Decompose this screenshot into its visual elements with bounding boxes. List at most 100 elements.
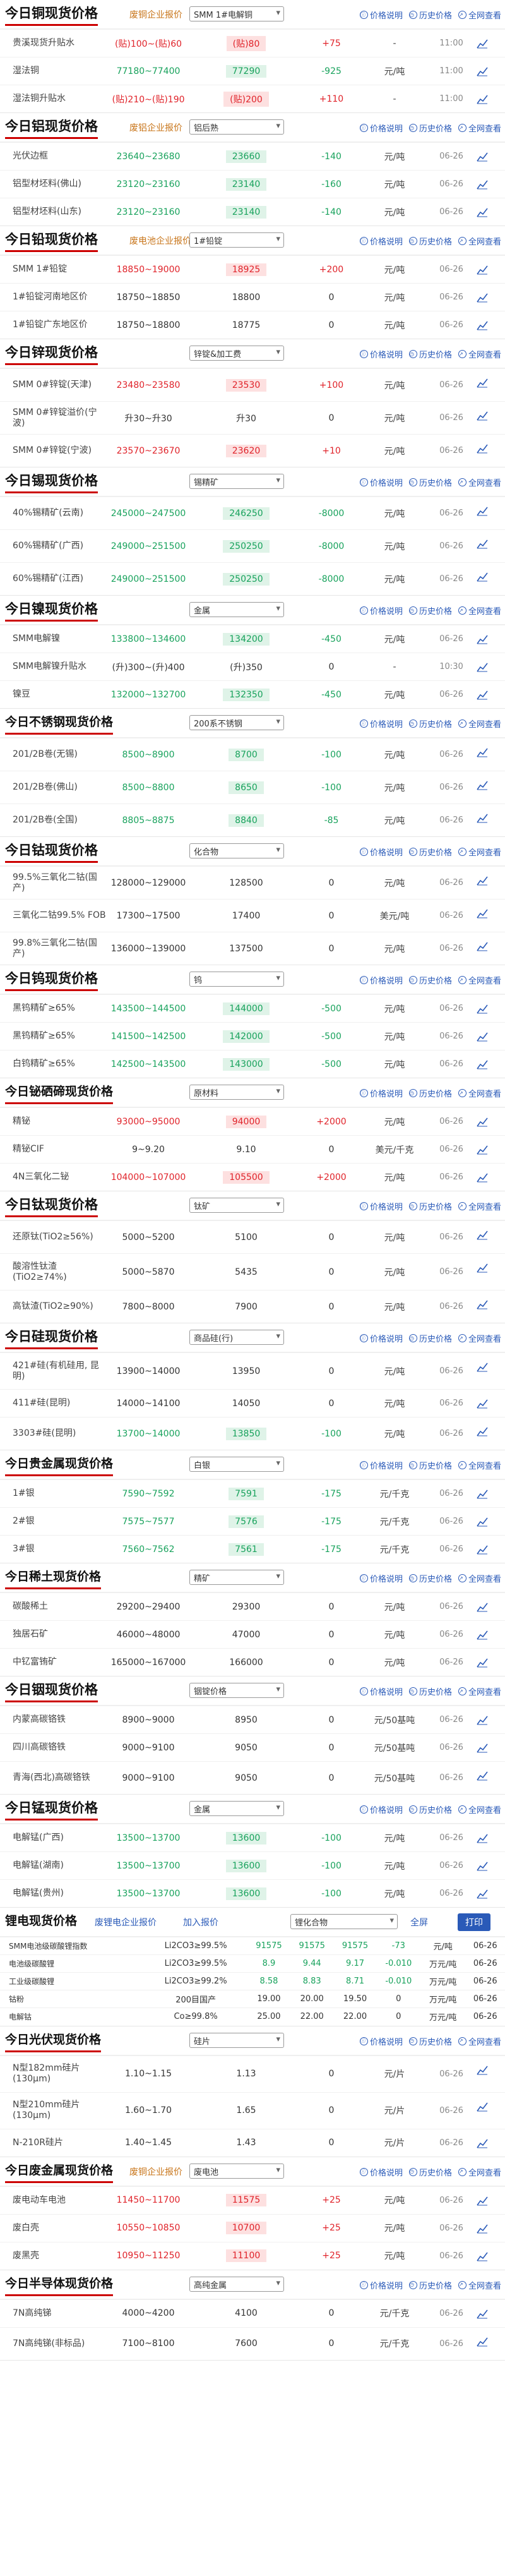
fullscreen-button[interactable]: 全屏	[410, 1916, 428, 1929]
product-name[interactable]: SMM 1#铅锭	[13, 256, 107, 283]
trend-chart-icon[interactable]	[477, 662, 488, 672]
category-select[interactable]: 200系不锈钢	[189, 715, 284, 730]
price-history-link[interactable]: ◷ 历史价格	[408, 2279, 452, 2291]
view-all-link[interactable]: ↗ 全网查看	[458, 1332, 501, 1344]
category-select[interactable]: 白银	[189, 1457, 284, 1472]
trend-chart-icon[interactable]	[477, 908, 488, 918]
product-name[interactable]: N-210R硅片	[13, 2129, 107, 2157]
category-select[interactable]: 金属	[189, 602, 284, 617]
trend-chart-icon[interactable]	[477, 1602, 488, 1612]
trend-chart-icon[interactable]	[477, 1658, 488, 1668]
product-name[interactable]: 青海(西北)高碳铬铁	[13, 1762, 107, 1794]
product-name[interactable]: 独居石矿	[13, 1621, 107, 1648]
product-name[interactable]: 还原钛(TiO2≥56%)	[13, 1221, 107, 1253]
trend-chart-icon[interactable]	[477, 941, 488, 951]
view-all-link[interactable]: ↗ 全网查看	[458, 235, 501, 247]
trend-chart-icon[interactable]	[477, 1399, 488, 1409]
trend-chart-icon[interactable]	[477, 2138, 488, 2148]
trend-chart-icon[interactable]	[477, 2251, 488, 2261]
price-explain-link[interactable]: ⓘ 价格说明	[359, 605, 403, 617]
category-select[interactable]: 铝后熟	[189, 119, 284, 135]
trend-chart-icon[interactable]	[477, 1630, 488, 1640]
lithium-company-link[interactable]: 废锂电企业报价	[95, 1916, 157, 1929]
price-explain-link[interactable]: ⓘ 价格说明	[359, 718, 403, 730]
product-name[interactable]: 60%锡精矿(广西)	[13, 530, 107, 562]
trend-chart-icon[interactable]	[477, 1263, 488, 1273]
trend-chart-icon[interactable]	[477, 1743, 488, 1753]
product-name[interactable]: 湿法铜升贴水	[13, 85, 107, 112]
company-quote-link[interactable]: 废铝企业报价	[129, 121, 182, 134]
price-explain-link[interactable]: ⓘ 价格说明	[359, 846, 403, 858]
price-history-link[interactable]: ◷ 历史价格	[408, 1803, 452, 1815]
price-history-link[interactable]: ◷ 历史价格	[408, 846, 452, 858]
product-name[interactable]: 99.8%三氧化二钴(国产)	[13, 932, 107, 965]
category-select[interactable]: 精矿	[189, 1570, 284, 1585]
product-name[interactable]: 酸溶性钛渣(TiO2≥74%)	[13, 1254, 107, 1290]
trend-chart-icon[interactable]	[477, 2309, 488, 2319]
product-name[interactable]: 1#银	[13, 1480, 107, 1507]
view-all-link[interactable]: ↗ 全网查看	[458, 1685, 501, 1697]
company-quote-link[interactable]: 废铜企业报价	[129, 8, 182, 21]
trend-chart-icon[interactable]	[477, 94, 488, 104]
price-explain-link[interactable]: ⓘ 价格说明	[359, 1572, 403, 1584]
product-name[interactable]: SMM电解镍	[13, 625, 107, 653]
product-name[interactable]: SMM电解镍升贴水	[13, 653, 107, 680]
trend-chart-icon[interactable]	[477, 1489, 488, 1499]
trend-chart-icon[interactable]	[477, 1517, 488, 1527]
product-name[interactable]: 电解锰(贵州)	[13, 1880, 107, 1907]
product-name[interactable]: 201/2B卷(无锡)	[13, 738, 107, 771]
product-name[interactable]: 高钛渣(TiO2≥90%)	[13, 1291, 107, 1323]
price-history-link[interactable]: ◷ 历史价格	[408, 1685, 452, 1697]
trend-chart-icon[interactable]	[477, 1544, 488, 1555]
price-history-link[interactable]: ◷ 历史价格	[408, 1087, 452, 1099]
trend-chart-icon[interactable]	[477, 1299, 488, 1309]
price-explain-link[interactable]: ⓘ 价格说明	[359, 2166, 403, 2178]
category-select[interactable]: 1#铅锭	[189, 232, 284, 248]
product-name[interactable]: 201/2B卷(全国)	[13, 804, 107, 836]
product-name[interactable]: 7N高纯锑(非标品)	[13, 2328, 107, 2360]
add-quote-link[interactable]: 加入报价	[183, 1916, 218, 1929]
view-all-link[interactable]: ↗ 全网查看	[458, 1459, 501, 1471]
trend-chart-icon[interactable]	[477, 690, 488, 700]
product-name[interactable]: 光伏边框	[13, 143, 107, 170]
trend-chart-icon[interactable]	[477, 1230, 488, 1240]
product-name[interactable]: 电解锰(广西)	[13, 1824, 107, 1851]
trend-chart-icon[interactable]	[477, 378, 488, 388]
price-history-link[interactable]: ◷ 历史价格	[408, 9, 452, 21]
price-history-link[interactable]: ◷ 历史价格	[408, 605, 452, 617]
view-all-link[interactable]: ↗ 全网查看	[458, 2166, 501, 2178]
view-all-link[interactable]: ↗ 全网查看	[458, 605, 501, 617]
product-name[interactable]: 废电动车电池	[13, 2187, 107, 2214]
trend-chart-icon[interactable]	[477, 2224, 488, 2234]
price-explain-link[interactable]: ⓘ 价格说明	[359, 9, 403, 21]
trend-chart-icon[interactable]	[477, 780, 488, 790]
price-history-link[interactable]: ◷ 历史价格	[408, 348, 452, 360]
product-name[interactable]: 99.5%三氧化二钴(国产)	[13, 867, 107, 899]
category-select[interactable]: 锡精矿	[189, 474, 284, 489]
price-explain-link[interactable]: ⓘ 价格说明	[359, 1087, 403, 1099]
category-select[interactable]: 化合物	[189, 843, 284, 858]
category-select[interactable]: 铟锭价格	[189, 1683, 284, 1698]
trend-chart-icon[interactable]	[477, 876, 488, 886]
product-name[interactable]: 中钇富铕矿	[13, 1649, 107, 1676]
price-history-link[interactable]: ◷ 历史价格	[408, 235, 452, 247]
price-history-link[interactable]: ◷ 历史价格	[408, 2166, 452, 2178]
trend-chart-icon[interactable]	[477, 1145, 488, 1155]
category-select[interactable]: 锌锭&加工费	[189, 346, 284, 361]
view-all-link[interactable]: ↗ 全网查看	[458, 9, 501, 21]
product-name[interactable]: 贵溪现货升贴水	[13, 30, 107, 57]
trend-chart-icon[interactable]	[477, 39, 488, 49]
trend-chart-icon[interactable]	[477, 292, 488, 303]
product-name[interactable]: 4N三氧化二铋	[13, 1164, 107, 1191]
price-explain-link[interactable]: ⓘ 价格说明	[359, 476, 403, 488]
product-name[interactable]: 1#铅锭河南地区价	[13, 284, 107, 311]
trend-chart-icon[interactable]	[477, 1032, 488, 1042]
view-all-link[interactable]: ↗ 全网查看	[458, 1200, 501, 1212]
trend-chart-icon[interactable]	[477, 1362, 488, 1372]
trend-chart-icon[interactable]	[477, 2102, 488, 2112]
product-name[interactable]: 三氧化二钴99.5% FOB	[13, 900, 107, 932]
product-name[interactable]: 2#银	[13, 1508, 107, 1535]
price-explain-link[interactable]: ⓘ 价格说明	[359, 235, 403, 247]
view-all-link[interactable]: ↗ 全网查看	[458, 348, 501, 360]
price-explain-link[interactable]: ⓘ 价格说明	[359, 122, 403, 134]
